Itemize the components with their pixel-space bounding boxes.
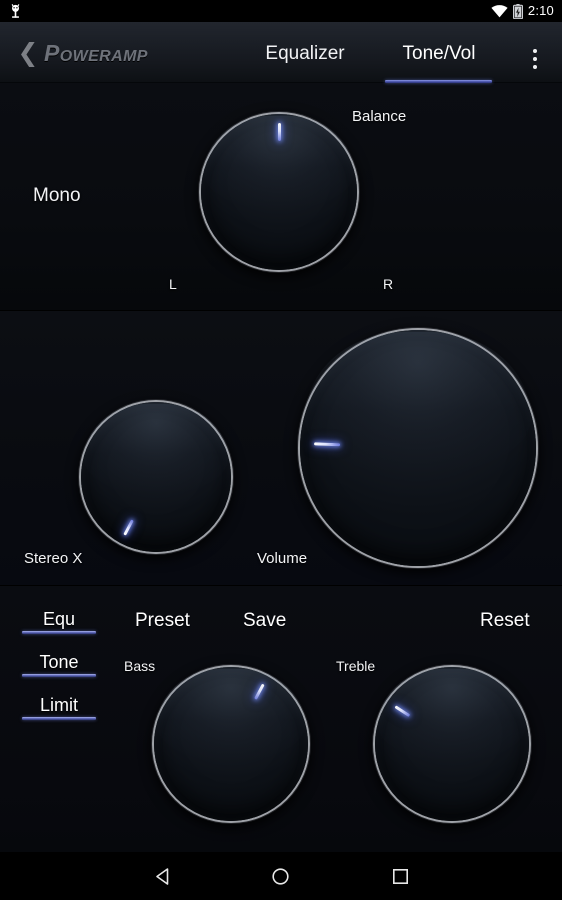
stereo-x-knob[interactable] [81, 402, 231, 552]
android-nav-bar [0, 852, 562, 900]
status-bar-notifications [0, 3, 22, 19]
volume-knob[interactable] [300, 330, 536, 566]
bass-knob-indicator-wrap [127, 640, 335, 848]
nav-back-button[interactable] [134, 852, 190, 900]
balance-right-label: R [383, 276, 394, 292]
mono-label[interactable]: Mono [33, 185, 81, 207]
overflow-dot [533, 57, 537, 61]
bass-knob-indicator [253, 683, 265, 700]
treble-knob-indicator [394, 705, 411, 718]
reset-button[interactable]: Reset [480, 610, 530, 632]
volume-panel: Stereo X Volume [0, 311, 562, 586]
stereo-x-knob-indicator [123, 520, 135, 536]
toggle-limit-label: Limit [39, 695, 78, 715]
toggle-limit-underline [22, 717, 96, 720]
volume-knob-indicator [314, 442, 341, 447]
app-header: ❮ Poweramp Equalizer Tone/Vol [0, 22, 562, 83]
nav-recents-square-icon [392, 868, 408, 884]
active-tab-underline [385, 80, 492, 83]
toggle-equ-underline [22, 631, 96, 634]
toggle-tone-label: Tone [39, 652, 79, 672]
stereo-x-label: Stereo X [24, 550, 83, 567]
overflow-dot [533, 65, 537, 69]
overflow-menu-icon[interactable] [522, 42, 548, 76]
toggle-tone[interactable]: Tone [22, 651, 96, 681]
balance-knob-indicator [277, 123, 281, 141]
treble-knob[interactable] [375, 667, 529, 821]
nav-recents-button[interactable] [372, 852, 428, 900]
status-bar: 2:10 [0, 0, 562, 22]
status-bar-clock: 2:10 [527, 3, 554, 18]
back-chevron-icon[interactable]: ❮ [17, 38, 39, 68]
nav-home-button[interactable] [252, 852, 308, 900]
balance-left-label: L [169, 276, 177, 292]
balance-label: Balance [352, 108, 407, 125]
toggle-tone-underline [22, 674, 96, 677]
toggle-equ-label: Equ [42, 609, 76, 629]
stereo-x-knob-indicator-wrap [55, 376, 258, 579]
poweramp-tone-vol-screen: 2:10 ❮ Poweramp Equalizer Tone/Vol Mono … [0, 0, 562, 900]
preset-button[interactable]: Preset [135, 610, 190, 632]
poweramp-logo[interactable]: Poweramp [44, 38, 148, 68]
nav-home-circle-icon [271, 867, 289, 885]
save-button[interactable]: Save [243, 610, 286, 632]
wifi-icon [491, 4, 508, 17]
treble-knob-indicator-wrap [345, 637, 558, 850]
tab-tone-vol[interactable]: Tone/Vol [385, 36, 493, 72]
android-bug-icon [11, 3, 20, 18]
battery-charging-icon [512, 3, 523, 19]
nav-back-triangle-icon [155, 867, 168, 885]
volume-label: Volume [257, 550, 308, 567]
tone-panel: Equ Tone Limit Preset Save Reset Bass Tr… [0, 586, 562, 861]
balance-panel: Mono Balance L R [0, 82, 562, 311]
volume-knob-indicator-wrap [296, 326, 540, 570]
toggle-equ[interactable]: Equ [22, 608, 96, 638]
balance-knob[interactable] [201, 114, 357, 270]
bass-label: Bass [124, 658, 156, 674]
overflow-dot [533, 49, 537, 53]
bass-knob[interactable] [154, 667, 308, 821]
balance-knob-indicator-wrap [201, 114, 357, 270]
treble-label: Treble [336, 658, 376, 674]
toggle-limit[interactable]: Limit [22, 694, 96, 724]
status-bar-system-icons: 2:10 [491, 0, 562, 22]
tab-equalizer[interactable]: Equalizer [250, 36, 360, 72]
